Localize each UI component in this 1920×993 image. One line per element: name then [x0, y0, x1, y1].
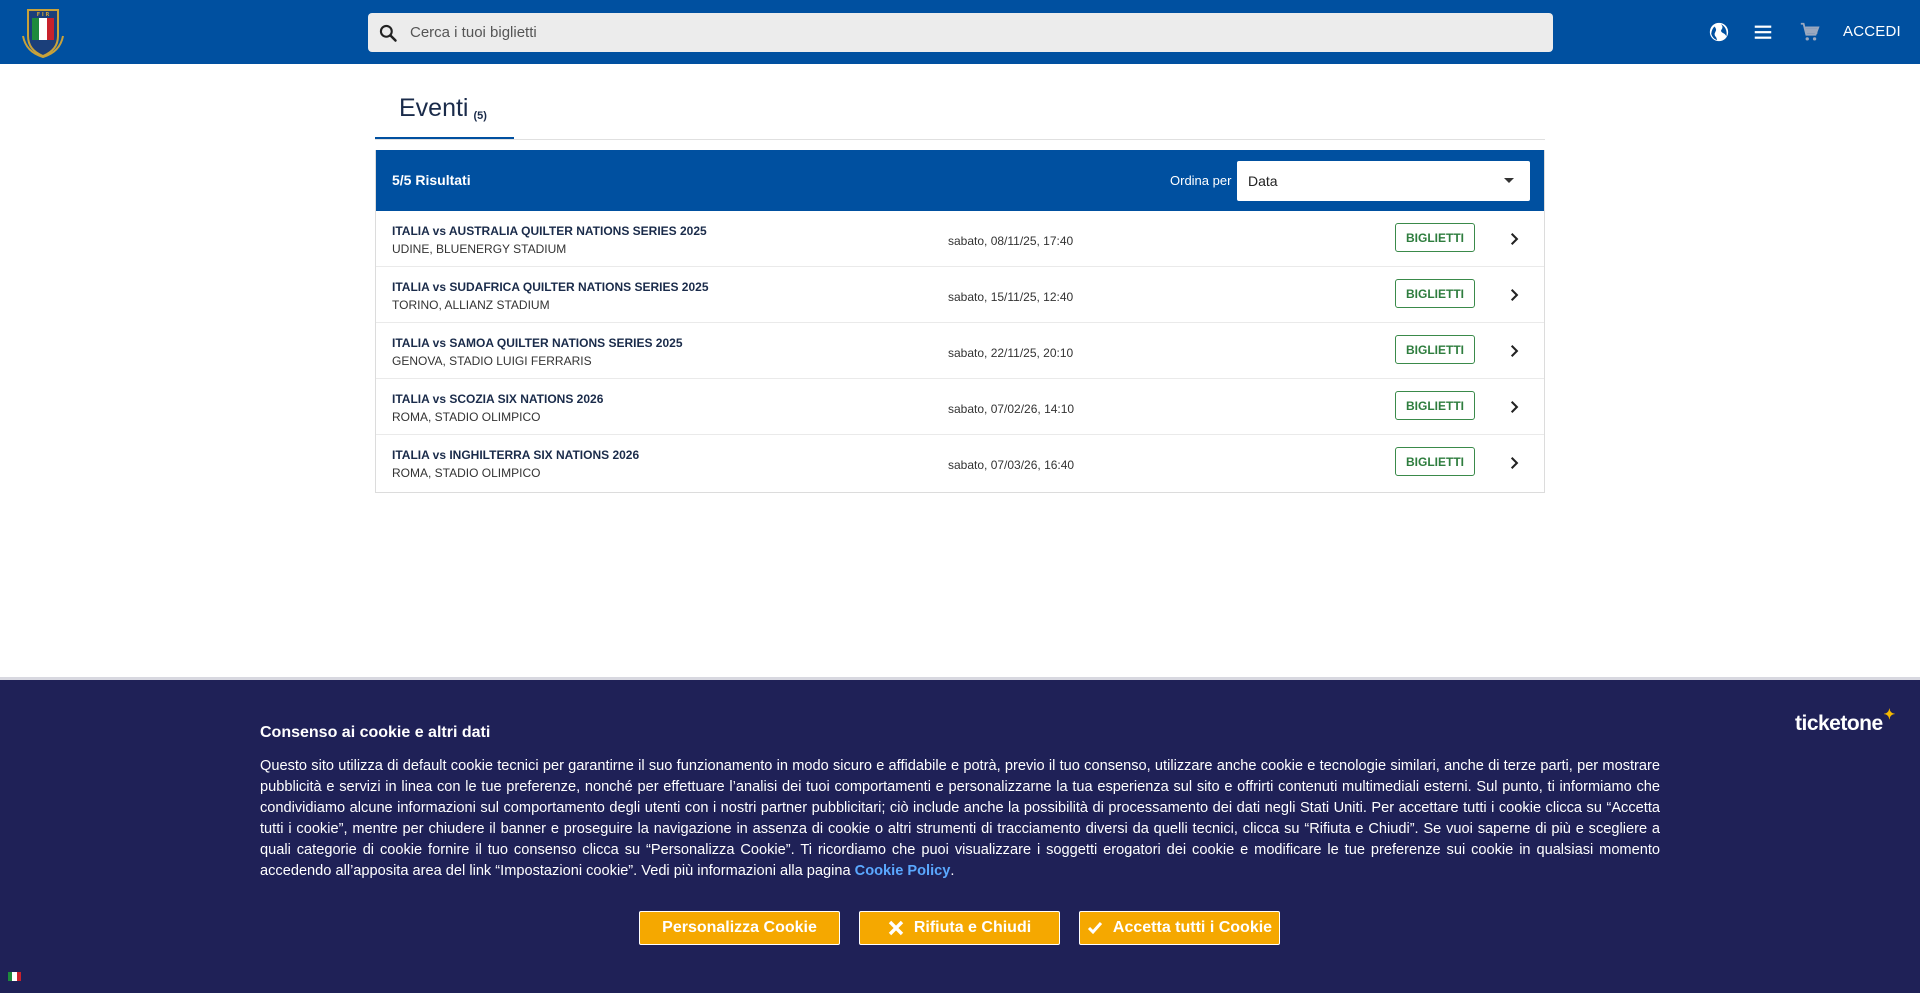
- svg-text:F I R: F I R: [37, 12, 50, 18]
- chevron-right-icon[interactable]: [1505, 398, 1523, 416]
- fir-logo-icon[interactable]: F I R: [20, 6, 66, 59]
- tickets-button[interactable]: BIGLIETTI: [1395, 447, 1475, 476]
- chevron-right-icon[interactable]: [1505, 342, 1523, 360]
- event-title[interactable]: ITALIA vs INGHILTERRA SIX NATIONS 2026: [392, 448, 639, 462]
- login-button[interactable]: ACCEDI: [1843, 23, 1901, 40]
- tickets-button[interactable]: BIGLIETTI: [1395, 335, 1475, 364]
- reject-close-button[interactable]: Rifiuta e Chiudi: [859, 911, 1060, 945]
- event-venue: UDINE, BLUENERGY STADIUM: [392, 242, 567, 256]
- close-icon: [888, 920, 904, 936]
- event-date: sabato, 07/02/26, 14:10: [948, 402, 1075, 416]
- event-row[interactable]: ITALIA vs AUSTRALIA QUILTER NATIONS SERI…: [376, 211, 1544, 267]
- accept-all-cookies-button[interactable]: Accetta tutti i Cookie: [1079, 911, 1280, 945]
- tabs-bar: Eventi (5): [375, 90, 1545, 140]
- event-date: sabato, 22/11/25, 20:10: [948, 346, 1074, 360]
- chevron-right-icon[interactable]: [1505, 286, 1523, 304]
- sort-select[interactable]: Data: [1237, 161, 1530, 201]
- tab-events[interactable]: Eventi (5): [375, 90, 514, 139]
- cookie-policy-link[interactable]: Cookie Policy: [855, 863, 951, 879]
- sort-label: Ordina per: [1170, 173, 1232, 188]
- customize-cookies-label: Personalizza Cookie: [662, 919, 817, 936]
- chevron-right-icon[interactable]: [1505, 230, 1523, 248]
- ticketone-brand-text: ticketone: [1795, 712, 1883, 735]
- event-date: sabato, 07/03/26, 16:40: [948, 458, 1075, 472]
- event-row[interactable]: ITALIA vs SUDAFRICA QUILTER NATIONS SERI…: [376, 267, 1544, 323]
- event-date: sabato, 08/11/25, 17:40: [948, 234, 1074, 248]
- results-header: 5/5 Risultati Ordina per Data: [376, 150, 1544, 211]
- event-row[interactable]: ITALIA vs SCOZIA SIX NATIONS 2026 ROMA, …: [376, 379, 1544, 435]
- event-venue: GENOVA, STADIO LUIGI FERRARIS: [392, 354, 592, 368]
- tab-events-count: (5): [473, 110, 487, 122]
- cookie-banner: Consenso ai cookie e altri dati ticketon…: [0, 677, 1920, 993]
- shopping-cart-icon[interactable]: [1798, 20, 1822, 44]
- hamburger-menu-icon[interactable]: [1751, 20, 1775, 44]
- top-bar: F I R ACCEDI: [0, 0, 1920, 64]
- event-row[interactable]: ITALIA vs INGHILTERRA SIX NATIONS 2026 R…: [376, 435, 1544, 491]
- cookie-body: Questo sito utilizza di default cookie t…: [260, 758, 1660, 879]
- cookie-text: Questo sito utilizza di default cookie t…: [260, 756, 1660, 882]
- customize-cookies-button[interactable]: Personalizza Cookie: [639, 911, 840, 945]
- checkmark-icon: [1087, 920, 1103, 936]
- tickets-button[interactable]: BIGLIETTI: [1395, 279, 1475, 308]
- event-venue: TORINO, ALLIANZ STADIUM: [392, 298, 550, 312]
- search-input[interactable]: [410, 13, 1510, 52]
- tickets-button[interactable]: BIGLIETTI: [1395, 223, 1475, 252]
- star-icon: ✦: [1883, 706, 1895, 722]
- event-venue: ROMA, STADIO OLIMPICO: [392, 410, 541, 424]
- event-venue: ROMA, STADIO OLIMPICO: [392, 466, 541, 480]
- sort-select-value: Data: [1248, 173, 1278, 189]
- event-title[interactable]: ITALIA vs SUDAFRICA QUILTER NATIONS SERI…: [392, 280, 709, 294]
- cookie-suffix: .: [950, 863, 955, 879]
- italian-flag-icon[interactable]: [8, 972, 21, 981]
- search-bar: [368, 13, 1553, 52]
- search-icon[interactable]: [368, 13, 408, 52]
- event-title[interactable]: ITALIA vs AUSTRALIA QUILTER NATIONS SERI…: [392, 224, 707, 238]
- tickets-button[interactable]: BIGLIETTI: [1395, 391, 1475, 420]
- results-count: 5/5 Risultati: [392, 172, 471, 188]
- results-panel: 5/5 Risultati Ordina per Data ITALIA vs …: [375, 150, 1545, 493]
- cookie-title: Consenso ai cookie e altri dati: [260, 724, 491, 741]
- ticketone-logo: ticketone ✦: [1795, 706, 1895, 736]
- chevron-right-icon[interactable]: [1505, 454, 1523, 472]
- event-date: sabato, 15/11/25, 12:40: [948, 290, 1074, 304]
- event-row[interactable]: ITALIA vs SAMOA QUILTER NATIONS SERIES 2…: [376, 323, 1544, 379]
- accept-all-cookies-label: Accetta tutti i Cookie: [1112, 919, 1273, 936]
- dropdown-caret-icon: [1504, 178, 1514, 183]
- event-title[interactable]: ITALIA vs SAMOA QUILTER NATIONS SERIES 2…: [392, 336, 683, 350]
- reject-close-label: Rifiuta e Chiudi: [913, 919, 1032, 936]
- globe-icon[interactable]: [1707, 20, 1731, 44]
- event-title[interactable]: ITALIA vs SCOZIA SIX NATIONS 2026: [392, 392, 603, 406]
- tab-events-label: Eventi: [399, 94, 469, 122]
